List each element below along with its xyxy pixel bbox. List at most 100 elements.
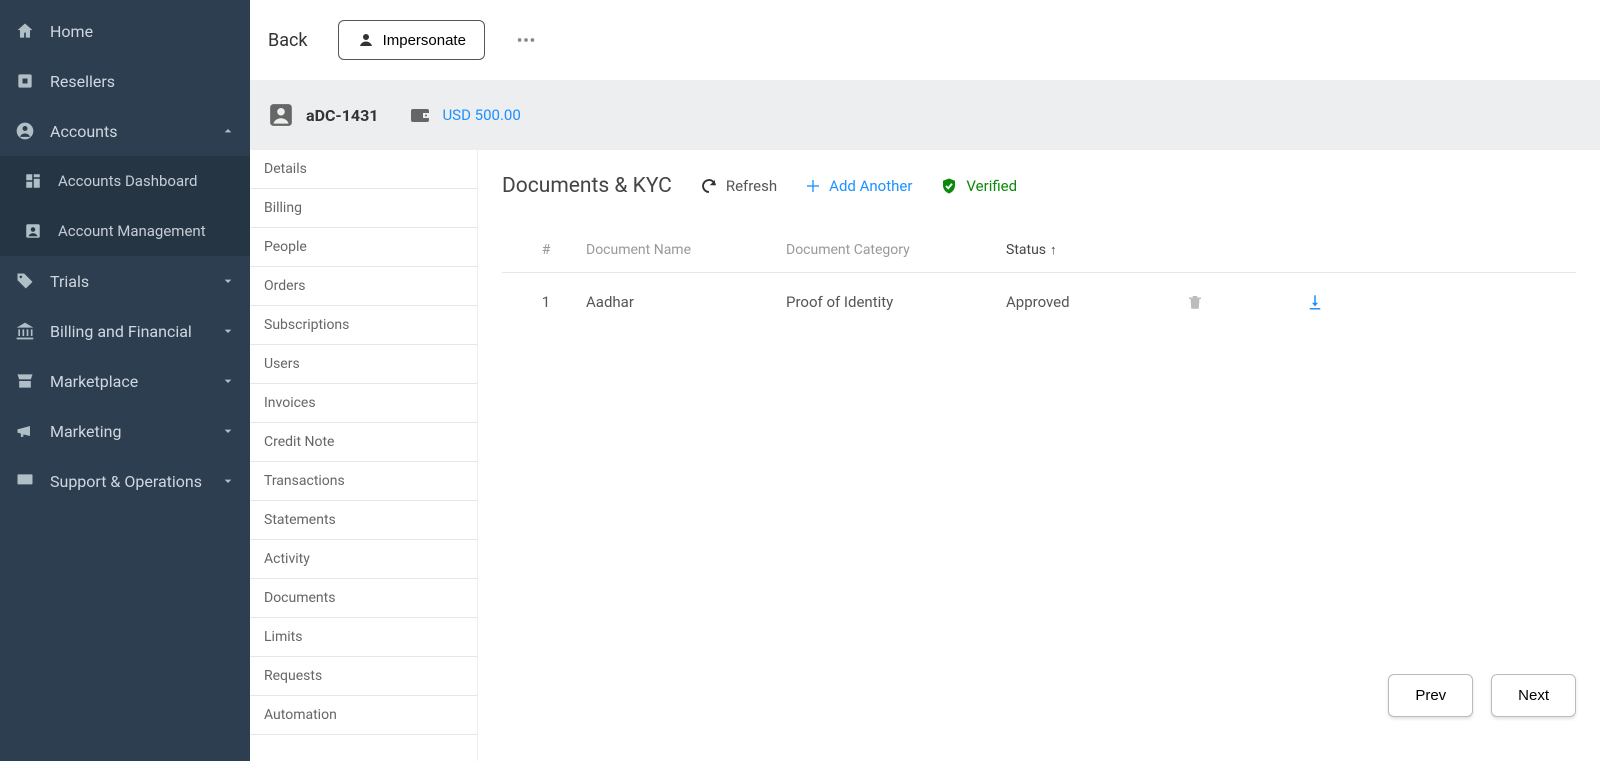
verified-label: Verified xyxy=(966,177,1017,195)
person-icon xyxy=(357,31,375,49)
sidebar-item-marketing[interactable]: Marketing xyxy=(0,406,250,456)
subnav-subscriptions[interactable]: Subscriptions xyxy=(250,306,477,345)
more-actions-button[interactable] xyxy=(515,29,537,51)
subnav-limits[interactable]: Limits xyxy=(250,618,477,657)
cell-name: Aadhar xyxy=(586,293,786,311)
pager: Prev Next xyxy=(1388,674,1576,717)
sidebar-item-resellers[interactable]: Resellers xyxy=(0,56,250,106)
back-link[interactable]: Back xyxy=(268,30,308,51)
tag-icon xyxy=(14,270,36,292)
plus-icon xyxy=(805,178,821,194)
sidebar-item-label: Accounts Dashboard xyxy=(58,172,236,190)
impersonate-label: Impersonate xyxy=(383,32,466,49)
subnav-transactions[interactable]: Transactions xyxy=(250,462,477,501)
sidebar-item-billing-financial[interactable]: Billing and Financial xyxy=(0,306,250,356)
refresh-label: Refresh xyxy=(726,177,777,195)
sidebar-item-label: Resellers xyxy=(50,72,236,91)
sidebar-item-support-operations[interactable]: Support & Operations xyxy=(0,456,250,506)
next-button[interactable]: Next xyxy=(1491,674,1576,717)
subnav-credit-note[interactable]: Credit Note xyxy=(250,423,477,462)
col-index: # xyxy=(506,242,586,258)
store-icon xyxy=(14,370,36,392)
sidebar-item-accounts[interactable]: Accounts xyxy=(0,106,250,156)
subnav-people[interactable]: People xyxy=(250,228,477,267)
subnav-automation[interactable]: Automation xyxy=(250,696,477,735)
subnav-requests[interactable]: Requests xyxy=(250,657,477,696)
account-summary-bar: aDC-1431 USD 500.00 xyxy=(250,80,1600,150)
home-icon xyxy=(14,20,36,42)
subnav-statements[interactable]: Statements xyxy=(250,501,477,540)
add-another-button[interactable]: Add Another xyxy=(805,177,912,195)
shield-check-icon xyxy=(940,177,958,195)
sidebar-item-label: Marketplace xyxy=(50,372,220,391)
reseller-icon xyxy=(14,70,36,92)
subnav-invoices[interactable]: Invoices xyxy=(250,384,477,423)
chevron-down-icon xyxy=(220,473,236,489)
account-id-wrap: aDC-1431 xyxy=(268,102,378,128)
account-subnav: Details Billing People Orders Subscripti… xyxy=(250,150,478,761)
refresh-button[interactable]: Refresh xyxy=(700,177,777,195)
account-id: aDC-1431 xyxy=(306,106,378,125)
sidebar-item-accounts-dashboard[interactable]: Accounts Dashboard xyxy=(0,156,250,206)
sidebar-item-label: Home xyxy=(50,22,236,41)
documents-panel: Documents & KYC Refresh Add Another xyxy=(478,150,1600,761)
sidebar-item-label: Trials xyxy=(50,272,220,291)
sidebar-subgroup-accounts: Accounts Dashboard Account Management xyxy=(0,156,250,256)
cell-status: Approved xyxy=(1006,293,1186,311)
subnav-activity[interactable]: Activity xyxy=(250,540,477,579)
col-status[interactable]: Status ↑ xyxy=(1006,242,1186,258)
subnav-users[interactable]: Users xyxy=(250,345,477,384)
person-circle-icon xyxy=(14,120,36,142)
sidebar-item-trials[interactable]: Trials xyxy=(0,256,250,306)
chevron-down-icon xyxy=(220,373,236,389)
account-balance[interactable]: USD 500.00 xyxy=(442,106,520,124)
bullhorn-icon xyxy=(14,420,36,442)
chevron-down-icon xyxy=(220,423,236,439)
wallet-icon xyxy=(408,103,432,127)
monitor-icon xyxy=(14,470,36,492)
table-header: # Document Name Document Category Status… xyxy=(502,228,1576,273)
sidebar-item-marketplace[interactable]: Marketplace xyxy=(0,356,250,406)
subnav-orders[interactable]: Orders xyxy=(250,267,477,306)
content-row: Details Billing People Orders Subscripti… xyxy=(250,150,1600,761)
main: Back Impersonate aDC-1431 USD 500.00 Det… xyxy=(250,0,1600,761)
sidebar-item-label: Account Management xyxy=(58,222,236,240)
delete-button[interactable] xyxy=(1186,293,1306,311)
cell-category: Proof of Identity xyxy=(786,293,1006,311)
bank-icon xyxy=(14,320,36,342)
sidebar-item-label: Accounts xyxy=(50,122,220,141)
account-balance-wrap: USD 500.00 xyxy=(408,103,520,127)
sidebar-item-home[interactable]: Home xyxy=(0,6,250,56)
refresh-icon xyxy=(700,177,718,195)
sidebar-item-label: Billing and Financial xyxy=(50,322,220,341)
table-row: 1 Aadhar Proof of Identity Approved xyxy=(502,273,1576,331)
subnav-documents[interactable]: Documents xyxy=(250,579,477,618)
sidebar: Home Resellers Accounts Accounts Dashboa… xyxy=(0,0,250,761)
impersonate-button[interactable]: Impersonate xyxy=(338,20,485,60)
sidebar-item-account-management[interactable]: Account Management xyxy=(0,206,250,256)
col-download xyxy=(1306,242,1426,258)
add-label: Add Another xyxy=(829,177,912,195)
dashboard-icon xyxy=(22,170,44,192)
person-box-icon xyxy=(22,220,44,242)
col-name: Document Name xyxy=(586,242,786,258)
sort-asc-icon: ↑ xyxy=(1050,242,1057,258)
subnav-billing[interactable]: Billing xyxy=(250,189,477,228)
sidebar-item-label: Marketing xyxy=(50,422,220,441)
download-button[interactable] xyxy=(1306,293,1426,311)
panel-header: Documents & KYC Refresh Add Another xyxy=(502,174,1576,198)
col-delete xyxy=(1186,242,1306,258)
verified-badge: Verified xyxy=(940,177,1017,195)
chevron-down-icon xyxy=(220,273,236,289)
prev-button[interactable]: Prev xyxy=(1388,674,1473,717)
chevron-up-icon xyxy=(220,123,236,139)
col-category: Document Category xyxy=(786,242,1006,258)
panel-title: Documents & KYC xyxy=(502,174,672,198)
col-status-label: Status xyxy=(1006,242,1046,258)
cell-index: 1 xyxy=(506,293,586,311)
chevron-down-icon xyxy=(220,323,236,339)
topbar: Back Impersonate xyxy=(250,0,1600,80)
subnav-details[interactable]: Details xyxy=(250,150,477,189)
account-box-icon xyxy=(268,102,294,128)
sidebar-item-label: Support & Operations xyxy=(50,472,220,491)
